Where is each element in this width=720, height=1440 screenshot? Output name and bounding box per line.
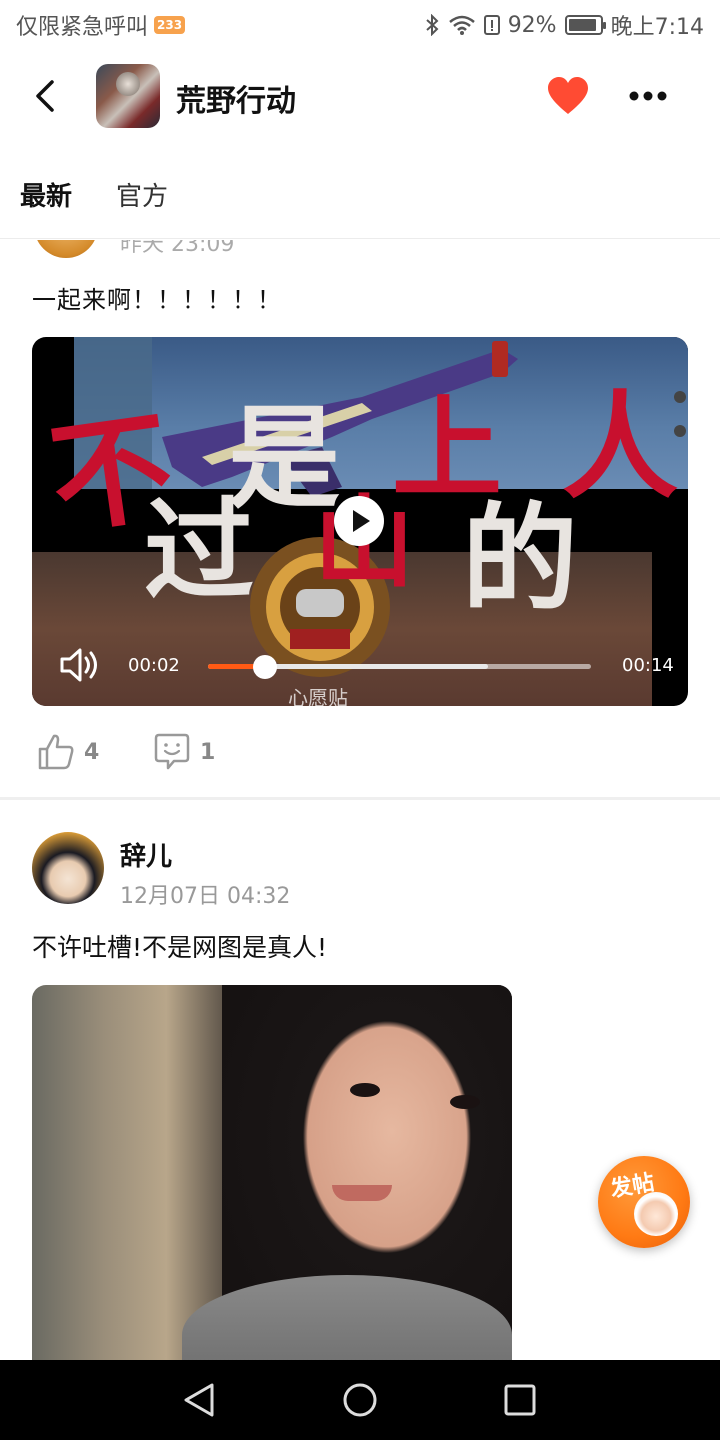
post1-header: 昨天 23:09 <box>0 240 720 270</box>
nav-recents-icon[interactable] <box>500 1380 540 1420</box>
alert-icon <box>483 15 500 35</box>
video-caption: 心愿贴 <box>288 686 348 706</box>
tab-bar: 最新 官方 <box>0 172 720 216</box>
overlay-char: 人 <box>562 379 678 515</box>
like-count: 4 <box>84 740 100 765</box>
heart-icon[interactable] <box>546 76 590 116</box>
post-actions: 4 1 <box>0 730 720 774</box>
total-time: 00:14 <box>622 655 674 676</box>
status-bar: 仅限紧急呼叫 233 92% 晚上7:14 <box>0 0 720 50</box>
post-text[interactable]: 不许吐槽!不是网图是真人! <box>32 928 327 964</box>
overlay-char: 过 <box>144 486 254 615</box>
post-text[interactable]: 一起来啊！！！！！！ <box>32 280 282 315</box>
photo-eye <box>450 1095 480 1109</box>
video-controls: 00:02 00:14 <box>32 637 688 697</box>
avatar[interactable] <box>34 240 98 258</box>
thumbs-up-icon[interactable] <box>36 732 76 772</box>
tab-divider <box>0 238 720 239</box>
nav-home-icon[interactable] <box>340 1380 380 1420</box>
app-badge-icon: 233 <box>154 16 186 34</box>
author-name[interactable]: 辞儿 <box>120 836 172 873</box>
battery-icon <box>564 15 606 35</box>
volume-icon[interactable] <box>58 645 104 685</box>
clock: 晚上7:14 <box>610 15 704 40</box>
tab-latest[interactable]: 最新 <box>20 176 72 213</box>
more-icon[interactable] <box>626 76 670 116</box>
avatar[interactable] <box>32 832 104 904</box>
comment-count: 1 <box>200 740 216 765</box>
carrier-text: 仅限紧急呼叫 <box>16 15 149 40</box>
post-image[interactable] <box>32 985 512 1365</box>
battery-percent: 92% <box>507 12 557 38</box>
wifi-icon <box>448 15 475 35</box>
mascot-icon <box>634 1192 678 1236</box>
current-time: 00:02 <box>128 655 180 676</box>
nav-back-icon[interactable] <box>180 1380 220 1420</box>
game-icon[interactable] <box>96 64 160 128</box>
system-nav-bar <box>0 1360 720 1440</box>
post-separator <box>0 797 720 800</box>
post-time: 昨天 23:09 <box>120 240 235 257</box>
photo-eye <box>350 1083 380 1097</box>
play-button[interactable] <box>334 496 384 546</box>
new-post-button[interactable]: 发帖 <box>598 1156 690 1248</box>
bluetooth-icon <box>426 14 439 36</box>
tab-official[interactable]: 官方 <box>116 176 168 213</box>
header: 荒野行动 <box>0 56 720 136</box>
page-title: 荒野行动 <box>176 84 296 119</box>
post-time: 12月07日 04:32 <box>120 884 291 909</box>
seek-handle[interactable] <box>253 655 277 679</box>
comment-icon[interactable] <box>152 732 192 772</box>
photo-mouth <box>332 1185 392 1201</box>
back-arrow-icon[interactable] <box>30 76 66 116</box>
overlay-char: 的 <box>462 491 578 627</box>
video-player[interactable]: 不 是 上 人 过 山 的 00:02 00:14 心愿贴 <box>32 337 688 706</box>
